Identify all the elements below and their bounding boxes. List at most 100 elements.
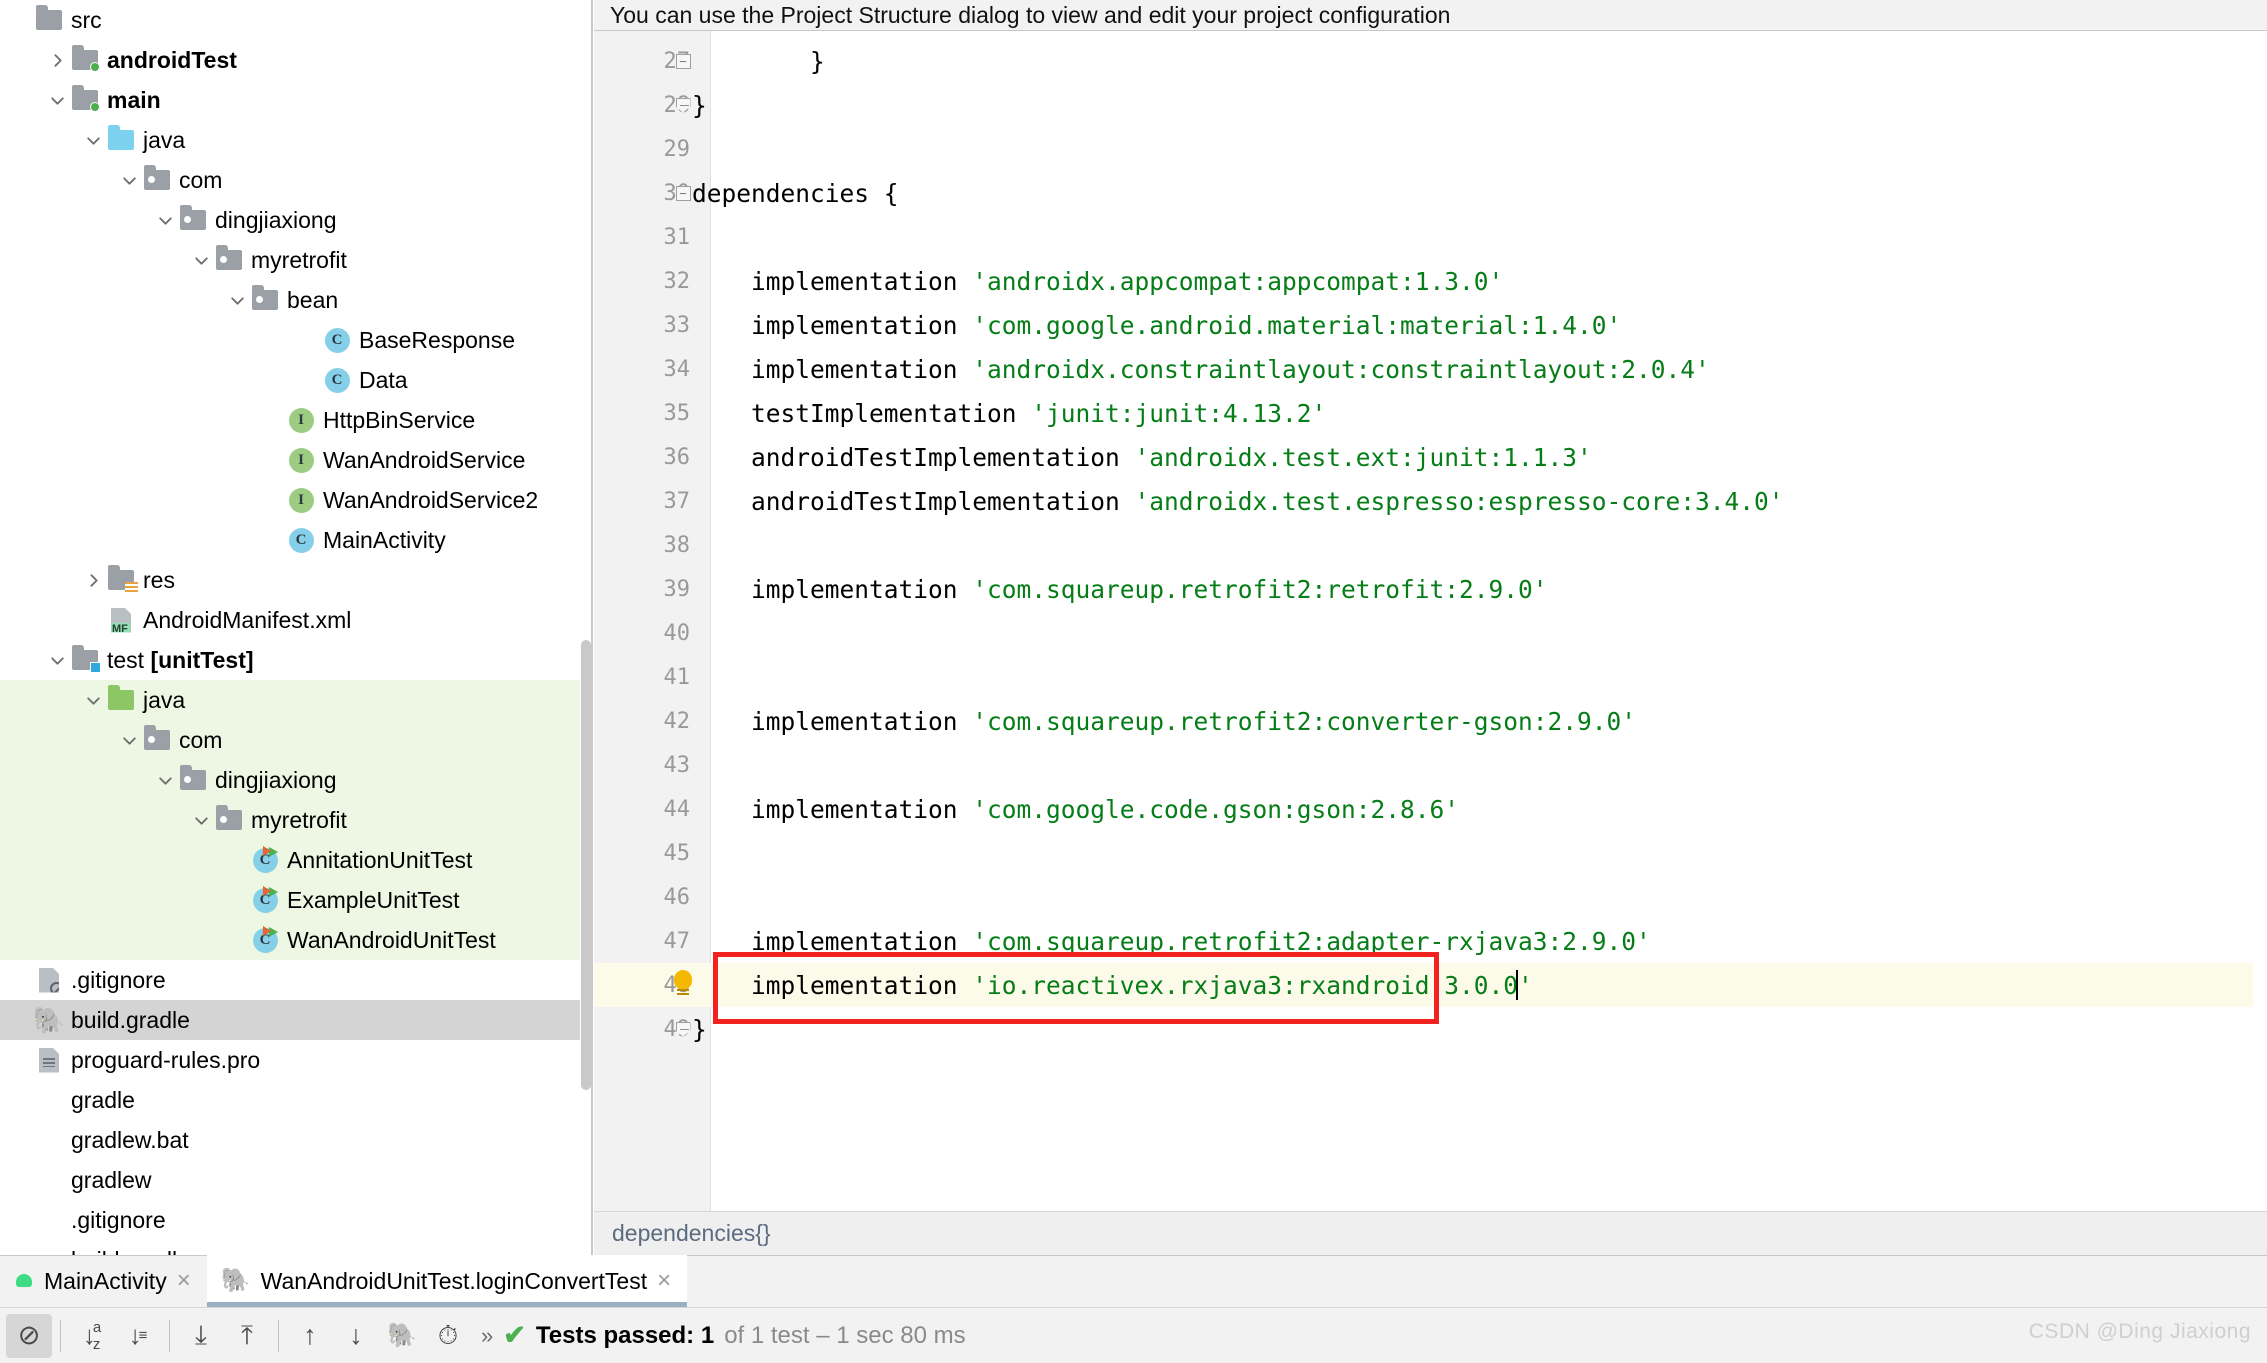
hide-passed-icon[interactable]: ⊘ xyxy=(6,1313,52,1358)
code-line[interactable]: 38 xyxy=(594,523,2267,567)
chevron-down-icon[interactable] xyxy=(116,167,142,193)
editor-tab[interactable]: 🐘 WanAndroidUnitTest.loginConvertTest × xyxy=(206,1255,688,1307)
tree-row[interactable]: com xyxy=(0,160,592,200)
tree-row[interactable]: 🐘 build.gradle xyxy=(0,1000,592,1040)
chevron-right-icon[interactable] xyxy=(80,567,106,593)
tree-row[interactable]: I HttpBinService xyxy=(0,400,592,440)
code-line[interactable]: 34 implementation 'androidx.constraintla… xyxy=(594,347,2267,391)
more-options-icon[interactable]: » xyxy=(481,1323,493,1349)
fold-collapse-icon[interactable]: − xyxy=(675,53,691,69)
collapse-all-icon[interactable]: ⤒ xyxy=(224,1314,270,1358)
test-runner-toolbar[interactable]: ⊘ ↓ a z ↓ ≡ ⤓ ⤒ ↑ ↓ 🐘 ⏱ » ✔ Tests passed: 1 of 1 te… xyxy=(0,1307,2267,1363)
breadcrumb[interactable]: dependencies{} xyxy=(594,1211,2267,1255)
tree-row[interactable]: src xyxy=(0,0,592,40)
notification-bar[interactable]: You can use the Project Structure dialog… xyxy=(594,0,2267,31)
code-line[interactable]: 42 implementation 'com.squareup.retrofit… xyxy=(594,699,2267,743)
tree-row[interactable]: myretrofit xyxy=(0,240,592,280)
tree-row[interactable]: gradlew.bat xyxy=(0,1120,592,1160)
fold-end-icon[interactable] xyxy=(675,1021,691,1037)
chevron-down-icon[interactable] xyxy=(116,727,142,753)
tree-row[interactable]: bean xyxy=(0,280,592,320)
tree-row[interactable]: C WanAndroidUnitTest xyxy=(0,920,592,960)
tree-row[interactable]: MF AndroidManifest.xml xyxy=(0,600,592,640)
tree-row[interactable]: test [unitTest] xyxy=(0,640,592,680)
tree-row[interactable]: build.gradle xyxy=(0,1240,592,1255)
code-line[interactable]: 37 androidTestImplementation 'androidx.t… xyxy=(594,479,2267,523)
panel-divider[interactable] xyxy=(591,0,593,1255)
chevron-down-icon[interactable] xyxy=(188,247,214,273)
tree-row[interactable]: res xyxy=(0,560,592,600)
code-line[interactable]: 41 xyxy=(594,655,2267,699)
rerun-gradle-icon[interactable]: 🐘 xyxy=(379,1314,425,1358)
chevron-down-icon[interactable] xyxy=(44,87,70,113)
code-line[interactable]: 33 implementation 'com.google.android.ma… xyxy=(594,303,2267,347)
tree-row[interactable]: proguard-rules.pro xyxy=(0,1040,592,1080)
expand-all-icon[interactable]: ⤓ xyxy=(178,1314,224,1358)
gutter-mark[interactable] xyxy=(669,655,697,699)
code-line[interactable]: 28} xyxy=(594,83,2267,127)
chevron-down-icon[interactable] xyxy=(80,687,106,713)
project-tree-scroll-thumb[interactable] xyxy=(581,640,591,1090)
tree-row[interactable]: java xyxy=(0,120,592,160)
code-line[interactable]: 49} xyxy=(594,1007,2267,1051)
code-editor[interactable]: 27− }28}2930−dependencies {3132 implemen… xyxy=(594,31,2267,1211)
tree-row[interactable]: java xyxy=(0,680,592,720)
tree-row[interactable]: .gitignore xyxy=(0,960,592,1000)
tree-row[interactable]: I WanAndroidService2 xyxy=(0,480,592,520)
close-icon[interactable]: × xyxy=(657,1269,671,1293)
tree-row[interactable]: C AnnitationUnitTest xyxy=(0,840,592,880)
previous-failed-icon[interactable]: ↑ xyxy=(287,1314,333,1358)
code-line[interactable]: 29 xyxy=(594,127,2267,171)
editor-tab-bar[interactable]: MainActivity × 🐘 WanAndroidUnitTest.loginCo… xyxy=(0,1255,2267,1307)
next-failed-icon[interactable]: ↓ xyxy=(333,1314,379,1358)
editor-scrollbar[interactable] xyxy=(2253,31,2267,1211)
gutter-mark[interactable] xyxy=(669,127,697,171)
code-line[interactable]: 48 implementation 'io.reactivex.rxjava3:… xyxy=(594,963,2267,1007)
code-line[interactable]: 32 implementation 'androidx.appcompat:ap… xyxy=(594,259,2267,303)
sort-alphabetically-icon[interactable]: ↓ a z xyxy=(69,1314,115,1358)
gutter-mark[interactable] xyxy=(669,831,697,875)
code-line[interactable]: 39 implementation 'com.squareup.retrofit… xyxy=(594,567,2267,611)
tree-row[interactable]: dingjiaxiong xyxy=(0,760,592,800)
fold-collapse-icon[interactable]: − xyxy=(675,185,691,201)
tree-row[interactable]: C MainActivity xyxy=(0,520,592,560)
gutter-mark[interactable] xyxy=(669,215,697,259)
chevron-down-icon[interactable] xyxy=(152,767,178,793)
code-line[interactable]: 43 xyxy=(594,743,2267,787)
code-line[interactable]: 30−dependencies { xyxy=(594,171,2267,215)
tree-row[interactable]: com xyxy=(0,720,592,760)
code-line[interactable]: 35 testImplementation 'junit:junit:4.13.… xyxy=(594,391,2267,435)
gutter-mark[interactable] xyxy=(669,743,697,787)
code-line[interactable]: 31 xyxy=(594,215,2267,259)
gutter-mark[interactable] xyxy=(669,875,697,919)
chevron-down-icon[interactable] xyxy=(224,287,250,313)
code-line[interactable]: 46 xyxy=(594,875,2267,919)
code-line[interactable]: 45 xyxy=(594,831,2267,875)
close-icon[interactable]: × xyxy=(177,1269,191,1293)
tree-row[interactable]: gradlew xyxy=(0,1160,592,1200)
tree-row[interactable]: C BaseResponse xyxy=(0,320,592,360)
sort-by-duration-icon[interactable]: ↓ ≡ xyxy=(115,1314,161,1358)
tree-row[interactable]: gradle xyxy=(0,1080,592,1120)
chevron-down-icon[interactable] xyxy=(152,207,178,233)
tree-row[interactable]: androidTest xyxy=(0,40,592,80)
tree-row[interactable]: C ExampleUnitTest xyxy=(0,880,592,920)
code-line[interactable]: 36 androidTestImplementation 'androidx.t… xyxy=(594,435,2267,479)
history-icon[interactable]: ⏱ xyxy=(425,1314,471,1358)
tree-row[interactable]: I WanAndroidService xyxy=(0,440,592,480)
tree-row[interactable]: myretrofit xyxy=(0,800,592,840)
code-line[interactable]: 47 implementation 'com.squareup.retrofit… xyxy=(594,919,2267,963)
code-line[interactable]: 27− } xyxy=(594,39,2267,83)
code-line[interactable]: 44 implementation 'com.google.code.gson:… xyxy=(594,787,2267,831)
project-tree-panel[interactable]: src androidTest main java com dingjiaxiong myr… xyxy=(0,0,592,1255)
tree-row[interactable]: dingjiaxiong xyxy=(0,200,592,240)
chevron-down-icon[interactable] xyxy=(188,807,214,833)
gutter-mark[interactable] xyxy=(669,523,697,567)
tree-row[interactable]: main xyxy=(0,80,592,120)
tree-row[interactable]: C Data xyxy=(0,360,592,400)
gutter-mark[interactable] xyxy=(669,611,697,655)
editor-tab[interactable]: MainActivity × xyxy=(0,1255,207,1307)
fold-end-icon[interactable] xyxy=(675,97,691,113)
chevron-right-icon[interactable] xyxy=(44,47,70,73)
chevron-down-icon[interactable] xyxy=(80,127,106,153)
